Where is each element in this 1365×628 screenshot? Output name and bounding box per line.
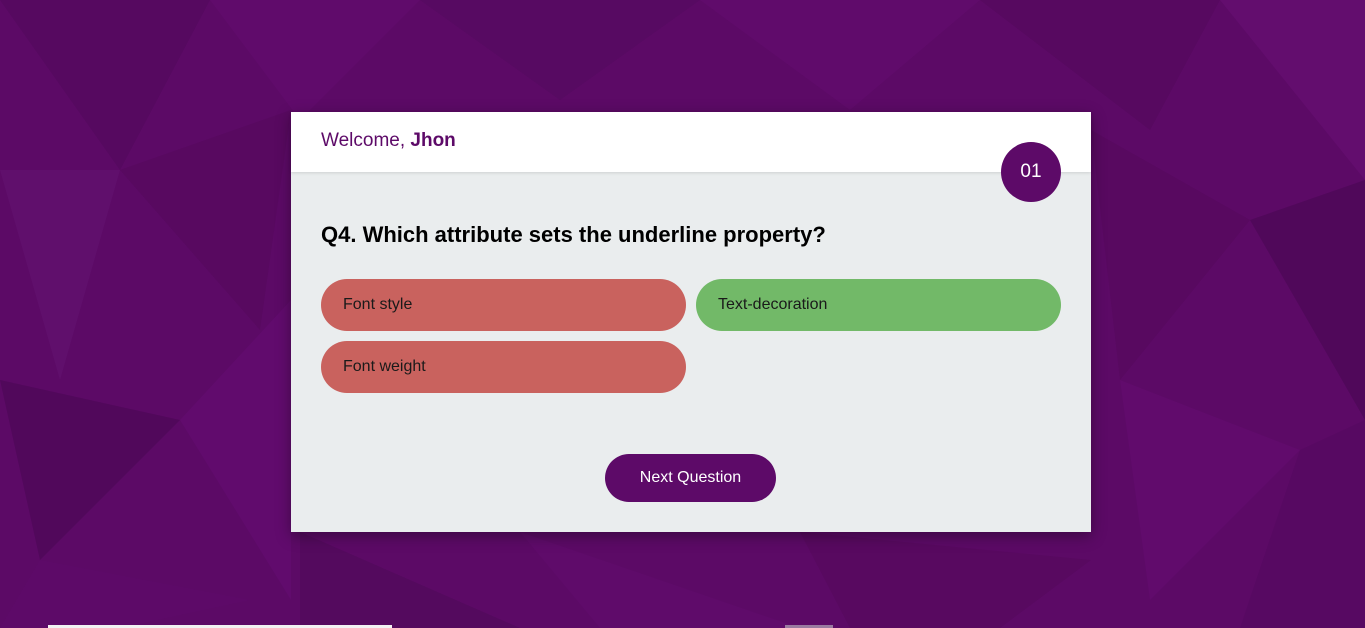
answer-options: Font style Text-decoration Font weight [321, 279, 1061, 393]
answer-option-label: Font weight [343, 358, 426, 375]
question-counter-badge: 01 [1001, 142, 1061, 202]
question-text: Q4. Which attribute sets the underline p… [321, 222, 826, 247]
answer-option-label: Text-decoration [718, 296, 828, 313]
welcome-prefix: Welcome, [321, 130, 406, 151]
answer-option-font-weight[interactable]: Font weight [321, 341, 686, 393]
answer-option-label: Font style [343, 296, 413, 313]
card-header: Welcome, Jhon [291, 112, 1091, 172]
answer-option-font-style[interactable]: Font style [321, 279, 686, 331]
welcome-message: Welcome, Jhon [321, 130, 456, 152]
answer-option-text-decoration[interactable]: Text-decoration [696, 279, 1061, 331]
user-name: Jhon [410, 130, 456, 151]
next-question-button[interactable]: Next Question [605, 454, 776, 502]
quiz-card: Welcome, Jhon 01 Q4. Which attribute set… [291, 112, 1091, 532]
